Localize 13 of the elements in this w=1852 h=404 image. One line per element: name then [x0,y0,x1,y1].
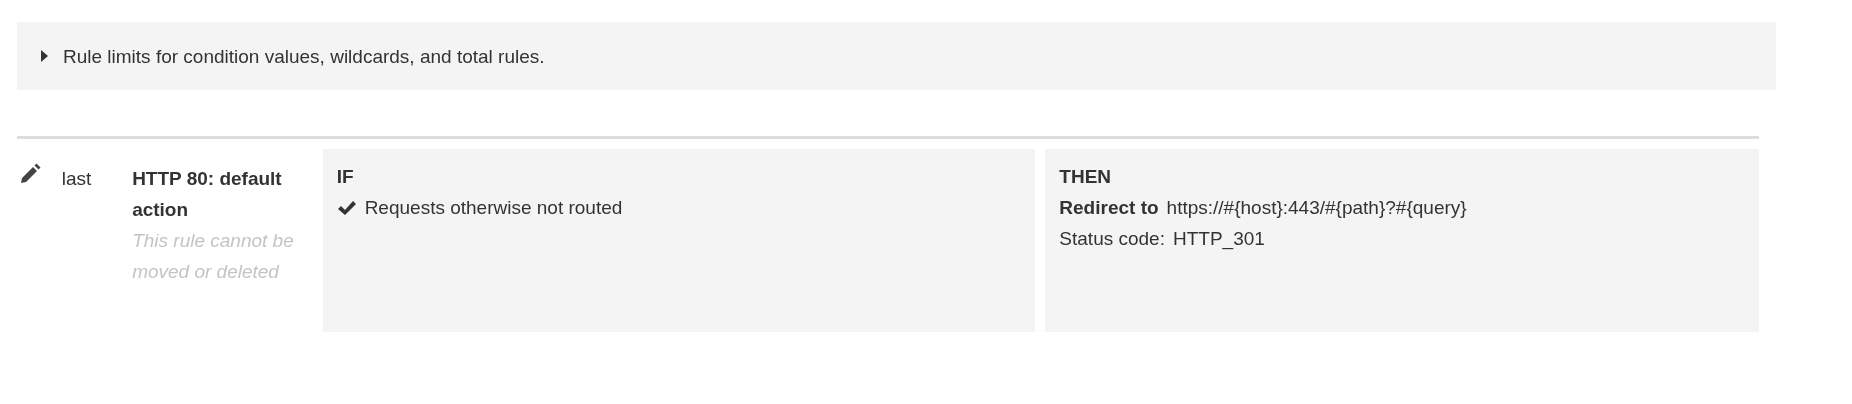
rule-priority: last [61,168,92,189]
checkmark-icon [336,199,357,216]
action-label: Redirect to [1059,196,1159,220]
limits-disclosure[interactable]: Rule limits for condition values, wildcards, and total rules. [17,22,1776,90]
condition-text: Requests otherwise not routed [364,196,623,220]
if-heading: IF [336,165,355,189]
rule-name: HTTP 80: default action [132,167,283,222]
edit-pencil-icon[interactable] [19,163,41,185]
redirect-url: https://#{host}:443/#{path}?#{query} [1166,196,1467,220]
status-label: Status code: [1059,227,1165,251]
rule-note: This rule cannot be moved or deleted [132,229,295,284]
status-code: HTTP_301 [1172,227,1265,252]
then-heading: THEN [1059,165,1113,189]
